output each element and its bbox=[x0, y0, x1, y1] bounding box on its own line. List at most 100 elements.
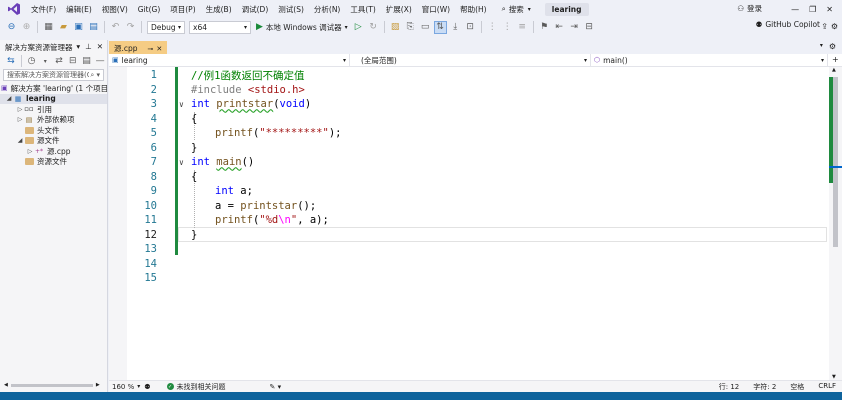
pin-icon[interactable]: ⊸ bbox=[148, 45, 154, 53]
debug-target-icon[interactable]: ▭ bbox=[419, 21, 432, 34]
project-dropdown[interactable]: ▣ learing ▾ bbox=[109, 54, 350, 66]
new-project-icon[interactable]: ▦ bbox=[42, 21, 55, 34]
menu-file[interactable]: 文件(F) bbox=[26, 4, 61, 15]
uncomment-icon[interactable]: ⋮ bbox=[501, 21, 514, 34]
collapse-arrow-icon[interactable]: ▷ bbox=[16, 116, 24, 123]
char-indicator[interactable]: 字符: 2 bbox=[753, 382, 776, 392]
prev-bookmark-icon[interactable]: ⇤ bbox=[553, 21, 566, 34]
vertical-scrollbar[interactable]: ▲ ▼ bbox=[829, 67, 842, 380]
save-icon[interactable]: ▣ bbox=[72, 21, 85, 34]
github-copilot-button[interactable]: ⚉ GitHub Copilot bbox=[756, 20, 820, 29]
scrollbar-thumb[interactable] bbox=[10, 383, 93, 387]
share-icon[interactable]: ⇪ bbox=[821, 22, 828, 31]
chevron-down-icon[interactable]: ▾ bbox=[39, 55, 51, 68]
undo-icon[interactable]: ↶ bbox=[109, 21, 122, 34]
scroll-left-icon[interactable]: ◀ bbox=[4, 382, 8, 388]
platform-select[interactable]: x64 ▾ bbox=[189, 20, 251, 34]
redo-icon[interactable]: ↷ bbox=[124, 21, 137, 34]
code-editor[interactable]: 1 //例1函数返回不确定值 2 #include <stdio.h> 3 ∨ … bbox=[109, 67, 829, 380]
eol-indicator[interactable]: CRLF bbox=[818, 382, 836, 392]
line-indicator[interactable]: 行: 12 bbox=[719, 382, 740, 392]
restore-icon[interactable]: ❐ bbox=[804, 5, 821, 14]
comment-icon[interactable]: ⋮ bbox=[486, 21, 499, 34]
split-editor-icon[interactable]: + bbox=[832, 54, 839, 66]
collapse-arrow-icon[interactable]: ▷ bbox=[26, 148, 34, 155]
open-folder-icon[interactable]: ▰ bbox=[57, 21, 70, 34]
clear-bookmarks-icon[interactable]: ⊟ bbox=[583, 21, 596, 34]
tree-item-project[interactable]: ◢ ▦ learing bbox=[0, 93, 107, 104]
menu-tools[interactable]: 工具(T) bbox=[345, 4, 380, 15]
menu-help[interactable]: 帮助(H) bbox=[455, 4, 492, 15]
close-icon[interactable]: ✕ bbox=[156, 45, 162, 53]
code-cleanup-button[interactable]: ✎ ▾ bbox=[270, 383, 282, 391]
scroll-up-icon[interactable]: ▲ bbox=[832, 67, 836, 73]
horizontal-scrollbar[interactable]: ◀ ▶ bbox=[4, 382, 102, 388]
browse-icon[interactable]: ▧ bbox=[389, 21, 402, 34]
indent-icon[interactable]: ≡ bbox=[516, 21, 529, 34]
step-icon[interactable]: ⤓ bbox=[449, 21, 462, 34]
back-icon[interactable]: ⊖ bbox=[5, 21, 18, 34]
menu-debug[interactable]: 调试(D) bbox=[237, 4, 274, 15]
settings-icon[interactable]: ⚙ bbox=[829, 42, 836, 51]
next-bookmark-icon[interactable]: ⇥ bbox=[568, 21, 581, 34]
code-line: 3 ∨ int printstar(void) bbox=[109, 97, 829, 112]
menu-git[interactable]: Git(G) bbox=[133, 5, 166, 14]
settings-icon[interactable]: ⚙ bbox=[831, 22, 838, 31]
hot-reload-icon[interactable]: ↻ bbox=[367, 21, 380, 34]
login-button[interactable]: ⚇ 登录 bbox=[737, 3, 762, 14]
run-without-debug-icon[interactable]: ▷ bbox=[352, 21, 365, 34]
zoom-control[interactable]: 160 % ▾ ⚉ bbox=[112, 383, 151, 391]
menu-edit[interactable]: 编辑(E) bbox=[61, 4, 97, 15]
tree-item-external-deps[interactable]: ▷ ▤ 外部依赖项 bbox=[0, 115, 107, 126]
save-all-icon[interactable]: ▤ bbox=[87, 21, 100, 34]
search-box[interactable]: ⌕ 搜索 ▾ bbox=[496, 4, 537, 15]
tree-item-solution[interactable]: ▣ 解决方案 'learing' (1 个项目 bbox=[0, 83, 108, 94]
issues-indicator[interactable]: ✓ 未找到相关问题 bbox=[166, 382, 226, 392]
menu-extensions[interactable]: 扩展(X) bbox=[381, 4, 417, 15]
toggle-active-icon[interactable]: ⇅ bbox=[433, 20, 447, 34]
menu-window[interactable]: 窗口(W) bbox=[417, 4, 455, 15]
start-debugging-button[interactable]: ▶ 本地 Windows 调试器 ▾ bbox=[256, 22, 348, 33]
collapse-arrow-icon[interactable]: ▷ bbox=[16, 106, 24, 113]
tab-source-cpp[interactable]: 源.cpp ⊸ ✕ bbox=[109, 41, 168, 54]
tree-item-source-cpp[interactable]: ▷ +* 源.cpp bbox=[0, 146, 107, 157]
menu-view[interactable]: 视图(V) bbox=[97, 4, 133, 15]
copilot-status-icon[interactable]: ⚉ bbox=[144, 383, 150, 391]
fold-toggle-icon[interactable]: ∨ bbox=[179, 158, 184, 167]
sync-icon[interactable]: ⇆ bbox=[5, 55, 17, 68]
configuration-select[interactable]: Debug ▾ bbox=[147, 20, 185, 34]
pending-changes-icon[interactable]: ⇄ bbox=[53, 55, 65, 68]
bookmark-icon[interactable]: ⚑ bbox=[538, 21, 551, 34]
fold-toggle-icon[interactable]: ∨ bbox=[179, 100, 184, 109]
properties-icon[interactable]: — bbox=[94, 55, 106, 68]
pin-icon[interactable]: ⊥ bbox=[85, 42, 92, 51]
tab-dropdown-icon[interactable]: ▾ bbox=[820, 42, 823, 51]
tree-item-resource-files[interactable]: 资源文件 bbox=[0, 157, 107, 168]
screenshot-icon[interactable]: ⎘ bbox=[404, 21, 417, 34]
scope-dropdown[interactable]: (全局范围) ▾ bbox=[350, 54, 591, 66]
menu-analyze[interactable]: 分析(N) bbox=[309, 4, 345, 15]
collapse-all-icon[interactable]: ⊟ bbox=[67, 55, 79, 68]
expand-arrow-icon[interactable]: ◢ bbox=[5, 95, 13, 102]
chevron-down-icon[interactable]: ▾ bbox=[76, 42, 80, 51]
tree-item-references[interactable]: ▷ ▫▫ 引用 bbox=[0, 104, 107, 115]
scroll-right-icon[interactable]: ▶ bbox=[96, 382, 100, 388]
minimize-icon[interactable]: — bbox=[786, 5, 804, 14]
spacing-indicator[interactable]: 空格 bbox=[790, 382, 804, 392]
menu-test[interactable]: 测试(S) bbox=[273, 4, 309, 15]
history-icon[interactable]: ◷ bbox=[26, 55, 38, 68]
member-dropdown[interactable]: ⬡ main() ▾ bbox=[591, 54, 828, 66]
tree-item-source-files[interactable]: ◢ 源文件 bbox=[0, 136, 107, 147]
forward-icon[interactable]: ⊕ bbox=[20, 21, 33, 34]
menu-build[interactable]: 生成(B) bbox=[201, 4, 237, 15]
expand-arrow-icon[interactable]: ◢ bbox=[16, 137, 24, 144]
close-icon[interactable]: ✕ bbox=[821, 5, 838, 14]
tree-item-header-files[interactable]: 头文件 bbox=[0, 125, 107, 136]
menu-project[interactable]: 项目(P) bbox=[165, 4, 200, 15]
visual-studio-logo-icon[interactable] bbox=[6, 1, 22, 17]
solution-explorer-search[interactable]: 搜索解决方案资源管理器(Ctrl+;) ⌕ ▾ bbox=[3, 69, 104, 81]
scrollbar-thumb[interactable] bbox=[833, 77, 838, 247]
breakpoint-icon[interactable]: ⊡ bbox=[464, 21, 477, 34]
show-all-files-icon[interactable]: ▤ bbox=[81, 55, 93, 68]
close-icon[interactable]: ✕ bbox=[97, 42, 103, 51]
